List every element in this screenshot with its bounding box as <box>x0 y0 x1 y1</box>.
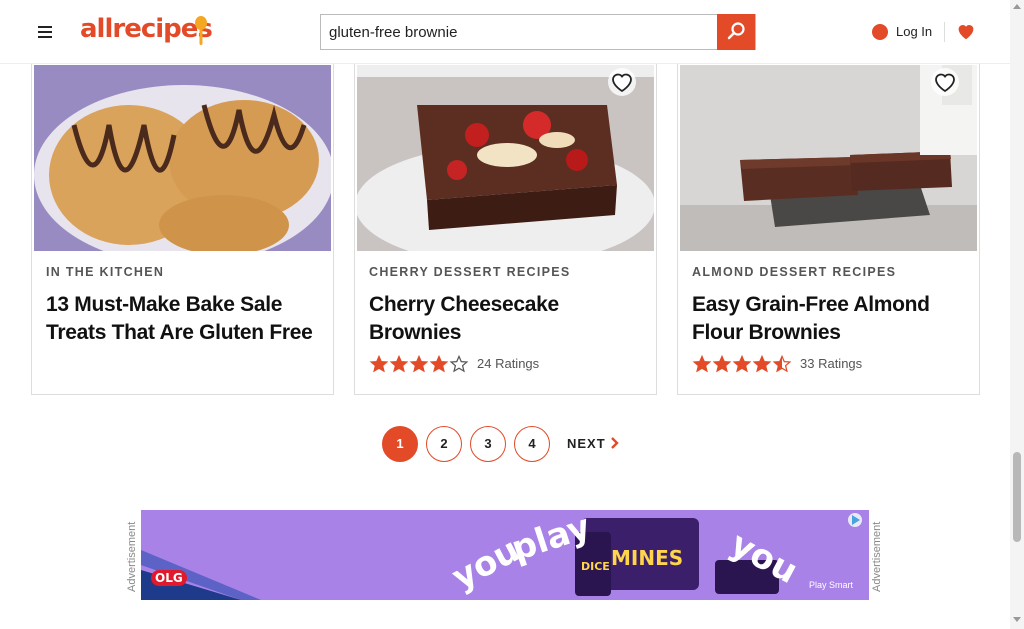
header-divider <box>944 22 945 42</box>
ad-brand-logo: OLG <box>151 570 187 586</box>
spoon-icon <box>195 16 207 45</box>
card-title[interactable]: Easy Grain-Free Almond Flour Brownies <box>692 291 972 347</box>
scroll-up-arrow-icon[interactable] <box>1013 4 1021 9</box>
search-input[interactable] <box>321 15 719 49</box>
page-button-3[interactable]: 3 <box>470 426 506 462</box>
login-label: Log In <box>896 24 933 39</box>
allrecipes-logo[interactable]: allrecipes <box>80 14 213 50</box>
recipe-card[interactable]: CHERRY DESSERT RECIPES Cherry Cheesecake… <box>354 52 657 395</box>
rating-count: 24 Ratings <box>477 356 540 371</box>
star-full-icon <box>409 355 429 373</box>
adchoices-icon[interactable] <box>849 513 863 527</box>
card-title[interactable]: Cherry Cheesecake Brownies <box>369 291 649 347</box>
logo-text: allrecipes <box>80 14 213 44</box>
ad-footer: Play Smart <box>809 580 854 590</box>
page-button-4[interactable]: 4 <box>514 426 550 462</box>
rating-count: 33 Ratings <box>800 356 863 371</box>
star-empty-icon <box>449 355 469 373</box>
recipe-card[interactable]: IN THE KITCHEN 13 Must-Make Bake Sale Tr… <box>31 52 334 395</box>
card-category: CHERRY DESSERT RECIPES <box>369 265 571 279</box>
page-button-2[interactable]: 2 <box>426 426 462 462</box>
favorite-heart-icon[interactable] <box>607 67 637 97</box>
scroll-down-arrow-icon[interactable] <box>1013 617 1021 622</box>
stars <box>692 355 792 378</box>
search-button[interactable] <box>717 14 755 50</box>
star-full-icon <box>752 355 772 373</box>
recipe-card[interactable]: ALMOND DESSERT RECIPES Easy Grain-Free A… <box>677 52 980 395</box>
next-page-button[interactable]: NEXT <box>567 436 606 451</box>
scrollbar[interactable] <box>1010 0 1024 629</box>
favorite-heart-icon[interactable] <box>930 67 960 97</box>
star-full-icon <box>692 355 712 373</box>
star-full-icon <box>712 355 732 373</box>
advertisement-banner[interactable]: you play you MINES DICE OLG Play Smart <box>141 510 869 600</box>
menu-icon <box>38 26 52 28</box>
search-bar <box>320 14 756 50</box>
card-category: ALMOND DESSERT RECIPES <box>692 265 897 279</box>
card-image-cookies[interactable] <box>34 65 331 251</box>
hamburger-menu-button[interactable] <box>30 18 58 46</box>
star-full-icon <box>732 355 752 373</box>
user-icon <box>872 24 888 40</box>
ad-game-title: MINES <box>611 546 684 570</box>
scrollbar-thumb[interactable] <box>1013 452 1021 542</box>
advertisement-label: Advertisement <box>126 521 138 592</box>
site-header: allrecipes Log In <box>0 0 1010 64</box>
star-full-icon <box>389 355 409 373</box>
star-full-icon <box>429 355 449 373</box>
stars <box>369 355 469 378</box>
saved-recipes-heart-icon[interactable] <box>955 20 977 42</box>
card-title[interactable]: 13 Must-Make Bake Sale Treats That Are G… <box>46 291 326 347</box>
advertisement-label: Advertisement <box>871 521 883 592</box>
star-full-icon <box>369 355 389 373</box>
chevron-right-icon[interactable] <box>610 436 620 450</box>
page-button-1[interactable]: 1 <box>382 426 418 462</box>
card-category: IN THE KITCHEN <box>46 265 165 279</box>
star-half-icon <box>772 355 792 373</box>
ad-game-title: DICE <box>581 560 610 573</box>
search-icon <box>727 22 745 40</box>
page: allrecipes Log In <box>0 0 1024 629</box>
